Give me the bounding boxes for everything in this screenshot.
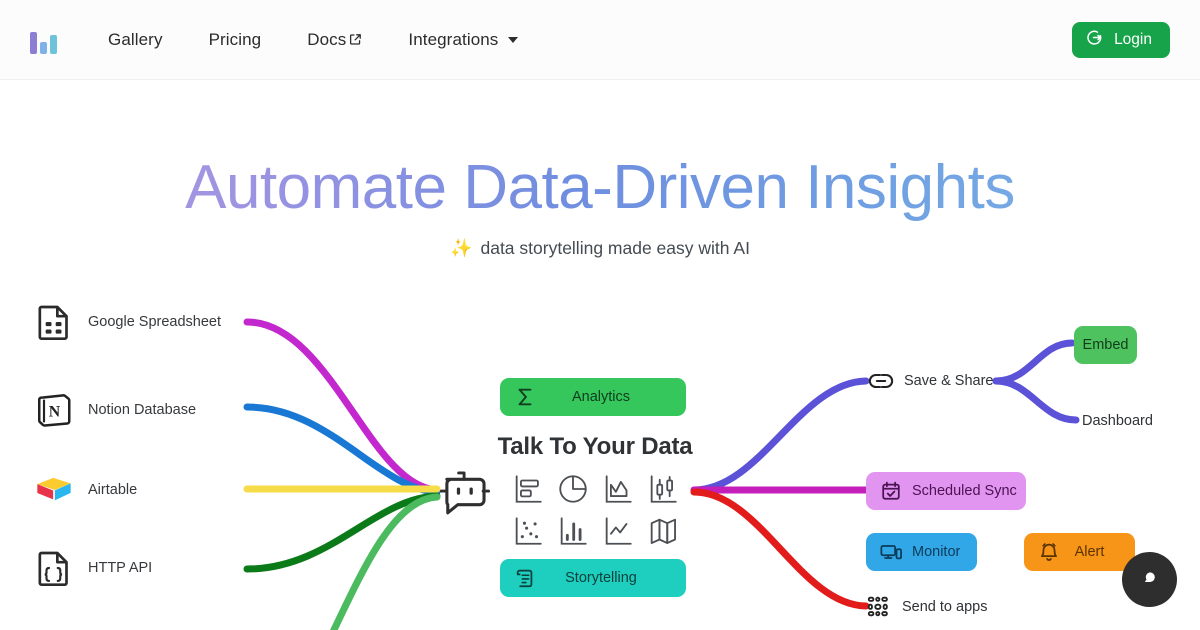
- spreadsheet-file-icon: [38, 305, 68, 340]
- landing-page: Gallery Pricing Docs Integrations Login …: [0, 0, 1200, 630]
- source-label-http-api: HTTP API: [88, 560, 153, 576]
- output-label-scheduled-sync: Scheduled Sync: [912, 483, 1017, 499]
- svg-text:N: N: [49, 403, 61, 420]
- horizontal-bar-chart-icon[interactable]: [505, 468, 550, 510]
- scroll-icon: [516, 569, 533, 588]
- output-scheduled-sync-badge[interactable]: Scheduled Sync: [866, 472, 1026, 510]
- output-label-save-share: Save & Share: [904, 373, 994, 389]
- storytelling-label: Storytelling: [565, 570, 637, 586]
- candlestick-chart-icon[interactable]: [640, 468, 685, 510]
- airtable-icon: [37, 477, 71, 501]
- output-dashboard[interactable]: Dashboard: [1082, 413, 1153, 429]
- output-label-alert: Alert: [1074, 544, 1105, 560]
- bell-icon: [1040, 543, 1058, 561]
- source-airtable[interactable]: Airtable: [34, 470, 137, 510]
- connector-embed: [992, 339, 1076, 385]
- analytics-label: Analytics: [571, 389, 631, 405]
- analytics-card[interactable]: Analytics: [500, 378, 686, 416]
- chat-bot-icon: [439, 471, 491, 515]
- chart-type-grid: [505, 468, 685, 552]
- storytelling-card[interactable]: Storytelling: [500, 559, 686, 597]
- connector-send-apps: [690, 488, 870, 610]
- sigma-icon: [518, 388, 532, 406]
- link-icon: [868, 373, 894, 389]
- talk-to-your-data-title: Talk To Your Data: [497, 433, 693, 460]
- braces-file-icon: [38, 551, 68, 586]
- connector-spreadsheet: [243, 318, 441, 494]
- output-save-share[interactable]: Save & Share: [868, 368, 993, 394]
- scatter-plot-icon[interactable]: [505, 510, 550, 552]
- output-label-monitor: Monitor: [912, 544, 961, 560]
- chat-widget-button[interactable]: [1122, 552, 1177, 607]
- chat-bubble-icon: [1144, 571, 1155, 582]
- calendar-check-icon: [882, 481, 900, 500]
- map-chart-icon[interactable]: [640, 510, 685, 552]
- pie-chart-icon[interactable]: [550, 468, 595, 510]
- output-monitor-badge[interactable]: Monitor: [866, 533, 977, 571]
- notion-icon: N: [38, 394, 71, 427]
- output-alert-badge[interactable]: Alert: [1024, 533, 1135, 571]
- output-embed-badge[interactable]: Embed: [1074, 326, 1137, 364]
- output-send-to-apps[interactable]: Send to apps: [866, 594, 987, 620]
- column-chart-icon[interactable]: [550, 510, 595, 552]
- flow-diagram: Google Spreadsheet N Notion Database Air…: [0, 0, 1200, 630]
- connector-extra: [330, 493, 441, 630]
- source-label-google-spreadsheet: Google Spreadsheet: [88, 314, 222, 330]
- area-chart-icon[interactable]: [595, 468, 640, 510]
- slack-apps-icon: [867, 596, 888, 617]
- source-label-notion-database: Notion Database: [88, 402, 197, 418]
- source-google-spreadsheet[interactable]: Google Spreadsheet: [34, 302, 221, 342]
- line-chart-icon[interactable]: [595, 510, 640, 552]
- output-label-send-to-apps: Send to apps: [902, 599, 988, 615]
- source-http-api[interactable]: HTTP API: [34, 548, 152, 588]
- monitor-device-icon: [880, 545, 902, 560]
- source-label-airtable: Airtable: [88, 482, 138, 498]
- connector-dashboard: [992, 377, 1080, 424]
- source-notion-database[interactable]: N Notion Database: [34, 390, 196, 430]
- output-label-embed: Embed: [1082, 337, 1129, 353]
